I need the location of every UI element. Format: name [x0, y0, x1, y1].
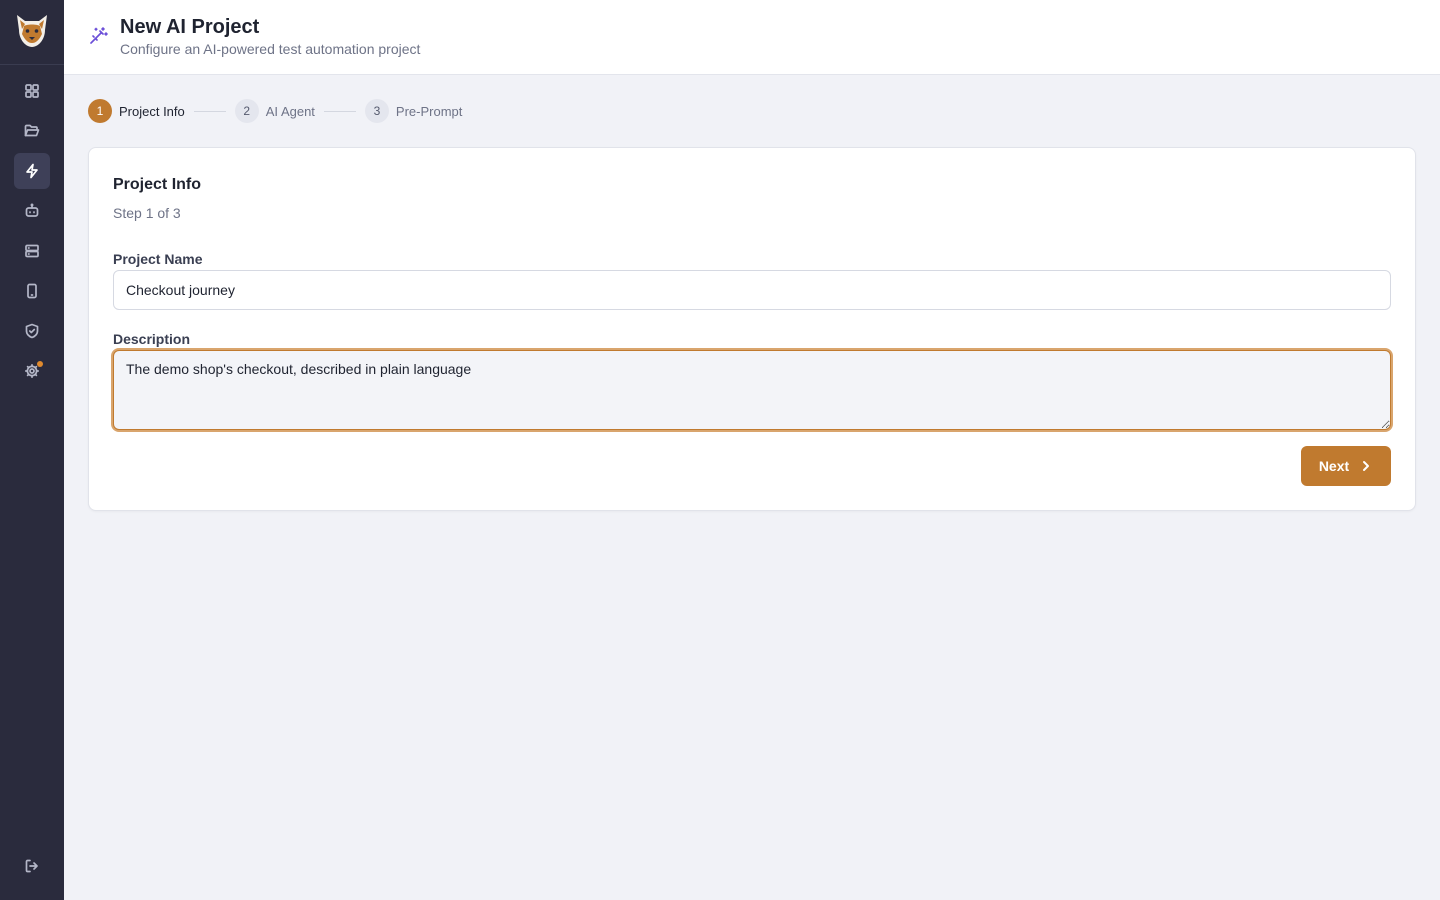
description-textarea[interactable]: The demo shop's checkout, described in p…: [113, 350, 1391, 430]
sidebar-item-agents[interactable]: [14, 193, 50, 229]
stepper: 1 Project Info 2 AI Agent 3 Pre-Prompt: [88, 99, 462, 123]
sidebar-item-security[interactable]: [14, 313, 50, 349]
logout-button[interactable]: [14, 848, 50, 884]
step-number: 1: [88, 99, 112, 123]
sidebar-item-projects[interactable]: [14, 113, 50, 149]
page-subtitle: Configure an AI-powered test automation …: [120, 41, 421, 57]
robot-icon: [25, 203, 39, 217]
step-label: AI Agent: [265, 103, 315, 119]
step-label: Project Info: [119, 103, 185, 119]
step-connector: [323, 110, 356, 112]
server-icon: [25, 244, 39, 258]
project-info-card: Project Info Step 1 of 3 Project Name De…: [88, 147, 1416, 511]
step-pre-prompt[interactable]: 3 Pre-Prompt: [364, 99, 463, 123]
sidebar-divider: [0, 64, 64, 65]
shield-check-icon: [25, 323, 39, 339]
mobile-device-icon: [27, 283, 37, 299]
step-label: Pre-Prompt: [395, 103, 463, 119]
next-button-label: Next: [1318, 458, 1350, 474]
fox-logo[interactable]: [14, 12, 50, 50]
sidebar: [0, 0, 64, 900]
folder-open-icon: [24, 124, 40, 137]
logout-icon: [25, 859, 38, 873]
sidebar-item-settings[interactable]: [14, 353, 50, 389]
notification-dot: [37, 361, 43, 367]
page-title: New AI Project: [120, 16, 260, 38]
lightning-icon: [26, 163, 38, 179]
step-number: 2: [234, 99, 259, 123]
sidebar-item-devices[interactable]: [14, 273, 50, 309]
description-label: Description: [113, 331, 191, 347]
dashboard-grid-icon: [25, 84, 39, 98]
project-name-label: Project Name: [113, 251, 203, 267]
chevron-right-icon: [1363, 461, 1370, 471]
step-number: 3: [364, 99, 389, 123]
step-indicator: Step 1 of 3: [113, 205, 181, 221]
card-title: Project Info: [113, 176, 202, 193]
step-ai-agent[interactable]: 2 AI Agent: [234, 99, 315, 123]
project-name-input[interactable]: [113, 270, 1391, 310]
sidebar-item-ai-projects[interactable]: [14, 153, 50, 189]
sidebar-item-dashboard[interactable]: [14, 73, 50, 109]
step-connector: [193, 110, 226, 112]
page-header: New AI Project Configure an AI-powered t…: [64, 0, 1440, 75]
magic-wand-icon: [88, 26, 108, 46]
step-project-info[interactable]: 1 Project Info: [88, 99, 185, 123]
sidebar-item-servers[interactable]: [14, 233, 50, 269]
next-button[interactable]: Next: [1301, 446, 1391, 486]
